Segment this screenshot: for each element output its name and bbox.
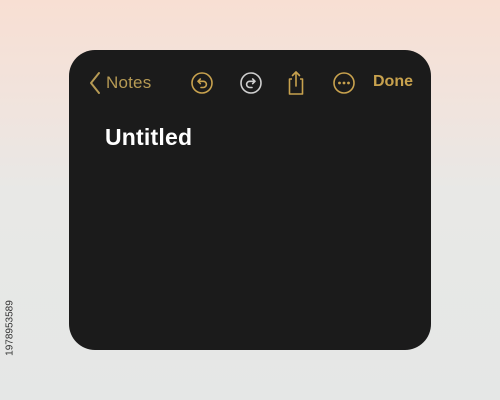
redo-button[interactable]	[239, 71, 263, 95]
stock-id-watermark: 1978953589	[0, 283, 23, 373]
back-button[interactable]: Notes	[89, 70, 151, 96]
stock-id-text: 1978953589	[4, 300, 16, 356]
undo-icon	[191, 72, 213, 94]
share-icon	[288, 71, 304, 95]
redo-icon	[240, 72, 262, 94]
undo-button[interactable]	[190, 71, 214, 95]
share-button[interactable]	[284, 69, 308, 97]
chevron-left-icon	[90, 72, 100, 94]
more-icon	[333, 72, 355, 94]
notes-window: Notes Done Untitled	[69, 50, 431, 350]
done-button[interactable]: Done	[373, 73, 413, 91]
toolbar: Notes Done	[69, 50, 431, 116]
note-title[interactable]: Untitled	[105, 124, 192, 151]
back-label: Notes	[106, 73, 152, 92]
more-button[interactable]	[332, 71, 356, 95]
